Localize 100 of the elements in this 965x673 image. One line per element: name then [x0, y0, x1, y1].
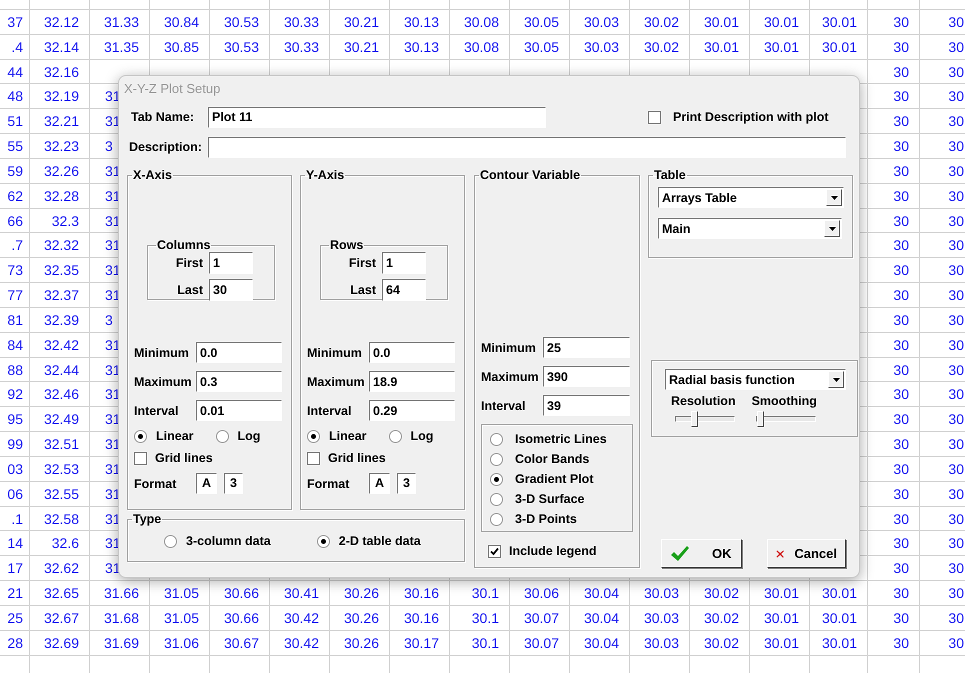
- table-cell: 30.01: [822, 610, 857, 626]
- table-cell: 31: [105, 510, 121, 527]
- table-cell: 30: [948, 560, 964, 576]
- checkbox[interactable]: [648, 110, 661, 124]
- table-cell: 30.33: [284, 38, 319, 55]
- group-title: X-Axis: [132, 168, 173, 182]
- dropdown[interactable]: Radial basis function: [665, 369, 846, 390]
- input-field[interactable]: 390: [543, 366, 630, 387]
- table-cell: 31: [105, 188, 121, 204]
- table-cell: 30: [893, 460, 909, 477]
- table-cell: 30.01: [764, 38, 799, 55]
- table-cell: 30: [893, 510, 909, 527]
- input-field[interactable]: [208, 136, 846, 158]
- table-cell: 30.16: [404, 585, 439, 602]
- input-field[interactable]: 0.29: [369, 400, 455, 421]
- table-cell: 30.01: [764, 14, 799, 30]
- field-label: Format: [134, 476, 178, 490]
- table-cell: 30: [948, 486, 964, 502]
- slider[interactable]: [675, 411, 735, 427]
- radio-button[interactable]: [316, 534, 330, 548]
- slider-thumb[interactable]: [690, 411, 698, 427]
- field-label: First: [174, 256, 203, 270]
- input-field[interactable]: 0.0: [196, 342, 282, 363]
- table-cell: 81: [7, 312, 23, 328]
- table-cell: 32.69: [44, 634, 79, 651]
- radio-button[interactable]: [490, 452, 503, 466]
- table-cell: 32.28: [44, 188, 79, 204]
- table-cell: 31.68: [104, 610, 139, 626]
- input-field[interactable]: 18.9: [369, 371, 455, 392]
- input-field[interactable]: 0.3: [196, 371, 282, 392]
- radio-button[interactable]: [490, 492, 503, 506]
- table-cell: 30: [948, 88, 964, 104]
- format-field[interactable]: A: [196, 473, 218, 494]
- radio-button[interactable]: [490, 512, 503, 526]
- table-cell: 31: [105, 486, 121, 502]
- table-cell: 30.01: [704, 38, 739, 55]
- table-cell: 30: [948, 610, 964, 626]
- table-cell: 30: [893, 138, 909, 154]
- radio-button[interactable]: [307, 430, 320, 442]
- table-cell: 30: [948, 436, 964, 452]
- slider[interactable]: [756, 411, 816, 427]
- input-field[interactable]: 30: [209, 279, 253, 301]
- table-cell: 30: [893, 188, 909, 204]
- table-cell: 30: [948, 362, 964, 378]
- table-cell: 95: [7, 411, 23, 428]
- field-label: Interval: [307, 404, 352, 418]
- slider-thumb[interactable]: [757, 411, 764, 427]
- input-field[interactable]: 0.01: [196, 400, 282, 421]
- checkbox[interactable]: [307, 452, 320, 464]
- table-cell: 30.04: [584, 585, 619, 602]
- table-cell: 30.26: [344, 634, 379, 651]
- checkbox[interactable]: [134, 452, 147, 464]
- checkbox[interactable]: [488, 544, 501, 558]
- input-field[interactable]: 1: [382, 252, 426, 274]
- table-cell: 30.21: [344, 38, 379, 55]
- table-cell: 3: [105, 138, 113, 154]
- radio-button[interactable]: [490, 472, 503, 486]
- radio-button[interactable]: [388, 430, 402, 442]
- table-cell: 31.05: [164, 585, 199, 602]
- table-cell: 31: [105, 460, 121, 477]
- table-cell: 30.01: [764, 585, 799, 602]
- dropdown[interactable]: Main: [658, 218, 842, 239]
- table-cell: 32.58: [44, 510, 79, 527]
- table-cell: 30: [893, 411, 909, 428]
- input-field[interactable]: 25: [543, 337, 630, 358]
- field-label: Tab Name:: [131, 110, 194, 124]
- table-cell: 30.33: [284, 14, 319, 30]
- radio-button[interactable]: [490, 432, 503, 446]
- table-cell: 30: [893, 535, 909, 552]
- cancel-button[interactable]: Cancel: [767, 539, 846, 568]
- input-field[interactable]: Plot 11: [208, 106, 546, 128]
- input-field[interactable]: 0.0: [369, 342, 455, 363]
- table-cell: 30: [893, 436, 909, 452]
- table-cell: 31: [105, 287, 121, 304]
- table-cell: 55: [7, 138, 23, 154]
- group-title: Type: [132, 512, 162, 526]
- table-cell: 32.39: [44, 312, 79, 328]
- table-cell: 30.1: [472, 585, 499, 602]
- table-cell: 30.02: [704, 634, 739, 651]
- field-label: Last: [176, 283, 203, 297]
- table-cell: 30: [893, 64, 909, 80]
- check-icon: [670, 544, 690, 562]
- slider-label: Smoothing: [752, 394, 817, 408]
- format-field[interactable]: 3: [397, 473, 416, 494]
- table-cell: 30.26: [344, 585, 379, 602]
- ok-button[interactable]: OK: [661, 539, 742, 568]
- table-cell: 30: [948, 237, 964, 254]
- input-field[interactable]: 1: [209, 252, 253, 274]
- radio-button[interactable]: [216, 430, 229, 442]
- table-cell: 30: [893, 362, 909, 378]
- radio-label: Log: [238, 429, 260, 443]
- input-field[interactable]: 39: [543, 395, 630, 416]
- dropdown[interactable]: Arrays Table: [658, 187, 844, 208]
- format-field[interactable]: 3: [224, 473, 243, 494]
- radio-button[interactable]: [134, 430, 147, 442]
- format-field[interactable]: A: [369, 473, 390, 494]
- table-cell: 06: [7, 486, 23, 502]
- radio-button[interactable]: [164, 534, 177, 548]
- table-cell: .7: [11, 237, 23, 254]
- input-field[interactable]: 64: [382, 279, 426, 301]
